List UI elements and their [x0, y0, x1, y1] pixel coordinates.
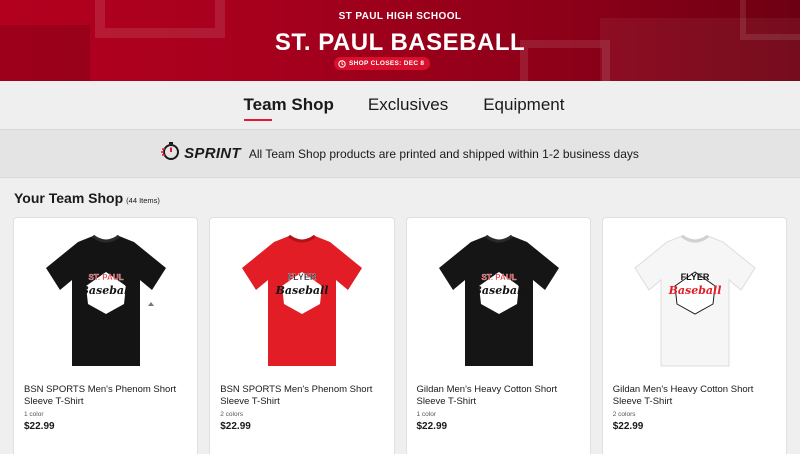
product-card[interactable]: FLYER Baseball Gildan Men's Heavy Cotton… — [602, 218, 786, 454]
product-grid: ST. PAUL Baseball BSN SPORTS Men's Pheno… — [0, 214, 800, 454]
product-price: $22.99 — [220, 421, 251, 432]
svg-text:Baseball: Baseball — [471, 284, 525, 297]
product-card[interactable]: ST. PAUL Baseball Gildan Men's Heavy Cot… — [406, 218, 590, 454]
product-card[interactable]: ST. PAUL Baseball BSN SPORTS Men's Pheno… — [14, 218, 198, 454]
active-tab-indicator — [243, 119, 272, 121]
sprint-logo: SPRINT — [161, 141, 241, 166]
product-card[interactable]: FLYER Baseball BSN SPORTS Men's Phenom S… — [210, 218, 394, 454]
product-price: $22.99 — [416, 421, 448, 432]
svg-text:Baseball: Baseball — [275, 284, 329, 297]
stopwatch-icon — [161, 141, 181, 166]
svg-text:Baseball: Baseball — [79, 284, 133, 297]
svg-text:Baseball: Baseball — [667, 284, 721, 297]
product-name: BSN SPORTS Men's Phenom Short Sleeve T-S… — [24, 384, 177, 407]
product-image: FLYER Baseball — [617, 228, 773, 376]
sprint-banner: SPRINT All Team Shop products are printe… — [0, 129, 800, 178]
tab-label: Team Shop — [243, 95, 334, 114]
shop-closes-text: SHOP CLOSES: DEC 8 — [349, 60, 425, 67]
svg-text:FLYER: FLYER — [680, 272, 709, 282]
product-color-count: 1 color — [416, 411, 437, 418]
product-price: $22.99 — [612, 421, 644, 432]
tab-equipment[interactable]: Equipment — [483, 95, 564, 115]
section-title: Your Team Shop — [14, 190, 124, 206]
tab-label: Exclusives — [367, 95, 449, 114]
product-price: $22.99 — [24, 421, 55, 432]
shop-header: Your Team Shop (44 Items) — [0, 178, 800, 214]
tab-label: Equipment — [483, 95, 565, 114]
tab-team-shop[interactable]: Team Shop — [243, 95, 334, 121]
sprint-wordmark: SPRINT — [184, 145, 241, 162]
product-image: ST. PAUL Baseball — [421, 228, 577, 376]
product-name: BSN SPORTS Men's Phenom Short Sleeve T-S… — [220, 384, 373, 407]
svg-text:ST. PAUL: ST. PAUL — [481, 273, 516, 282]
svg-text:FLYER: FLYER — [288, 272, 317, 282]
hero-banner: ST PAUL HIGH SCHOOL ST. PAUL BASEBALL SH… — [0, 0, 800, 81]
svg-text:ST. PAUL: ST. PAUL — [89, 273, 124, 282]
school-name: ST PAUL HIGH SCHOOL — [338, 11, 462, 22]
item-count: (44 Items) — [126, 196, 160, 205]
product-image: ST. PAUL Baseball — [28, 228, 184, 376]
shop-nav: Team Shop Exclusives Equipment — [0, 81, 800, 129]
shop-closes-badge: SHOP CLOSES: DEC 8 — [334, 57, 431, 70]
product-name: Gildan Men's Heavy Cotton Short Sleeve T… — [416, 384, 558, 407]
page-title: ST. PAUL BASEBALL — [274, 29, 526, 56]
product-name: Gildan Men's Heavy Cotton Short Sleeve T… — [612, 384, 754, 407]
product-color-count: 1 color — [24, 411, 44, 418]
tab-exclusives[interactable]: Exclusives — [368, 95, 448, 115]
clock-icon — [338, 59, 346, 68]
product-color-count: 2 colors — [220, 411, 244, 418]
product-image: FLYER Baseball — [224, 228, 380, 376]
sprint-message: All Team Shop products are printed and s… — [248, 146, 639, 161]
product-color-count: 2 colors — [612, 411, 636, 418]
